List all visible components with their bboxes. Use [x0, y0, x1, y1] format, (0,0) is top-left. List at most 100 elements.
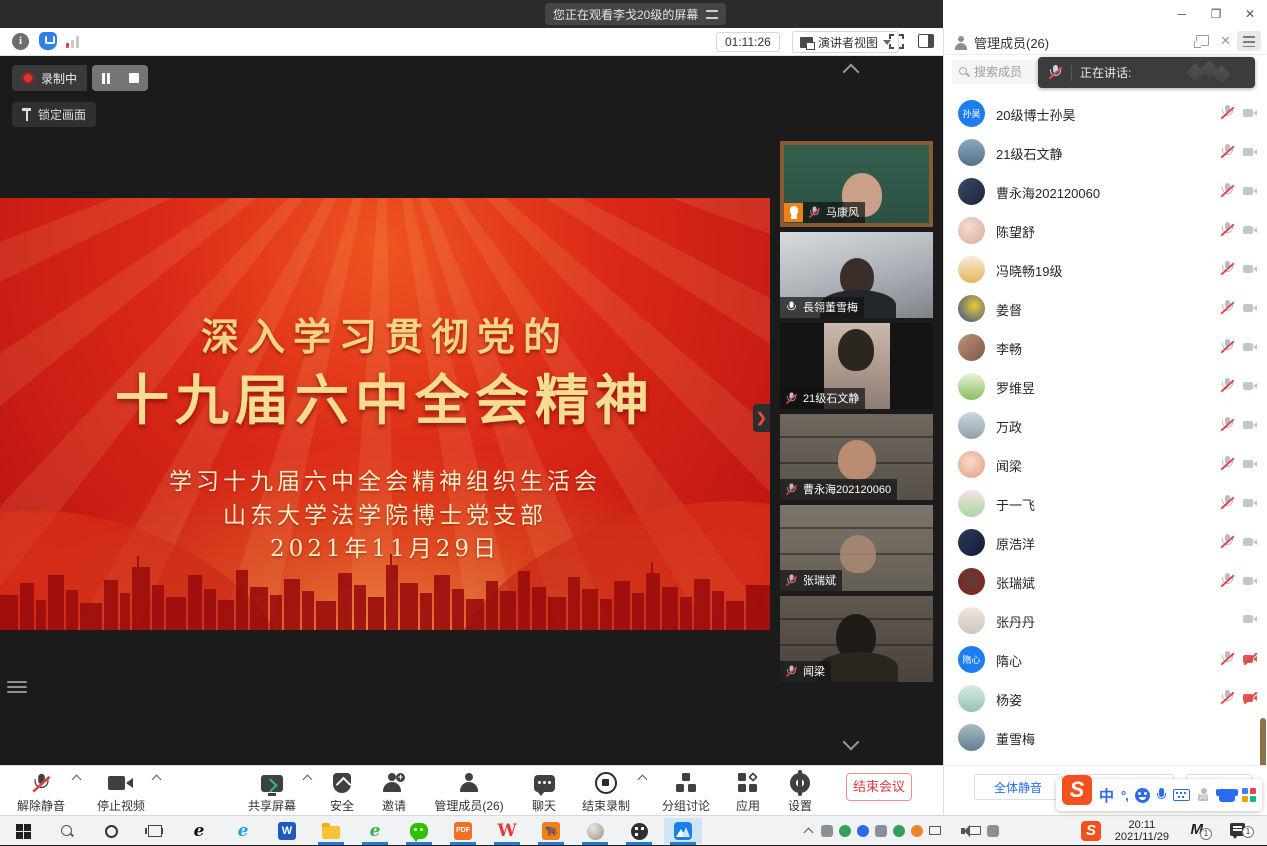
emoji-picker-icon[interactable]	[1135, 788, 1150, 803]
stop-video-button[interactable]: 停止视频	[88, 771, 154, 814]
security-button[interactable]: 安全	[320, 771, 364, 814]
member-row[interactable]: 姜督	[944, 289, 1267, 328]
antivirus-tray-icon[interactable]	[893, 825, 905, 837]
meeting-info-icon[interactable]: i	[12, 33, 29, 50]
close-button[interactable]: ✕	[1233, 0, 1267, 28]
member-row[interactable]: 于一飞	[944, 484, 1267, 523]
end-meeting-button[interactable]: 结束会议	[846, 773, 912, 801]
member-row[interactable]: 张丹丹	[944, 601, 1267, 640]
member-row[interactable]: 21级石文静	[944, 133, 1267, 172]
banner-menu-icon[interactable]	[706, 10, 718, 19]
member-row[interactable]: 原浩洋	[944, 523, 1267, 562]
scroll-down-chevron-icon[interactable]	[842, 738, 864, 750]
hidden-icons-chevron[interactable]	[803, 825, 815, 837]
taskbar-app-sphere[interactable]	[576, 818, 614, 844]
start-button[interactable]	[4, 818, 42, 844]
taskbar-internet-explorer[interactable]: e	[224, 818, 262, 844]
taskbar-wps[interactable]: W	[488, 818, 526, 844]
orange-tray-icon[interactable]	[911, 825, 923, 837]
annotation-tools-icon[interactable]	[7, 678, 27, 694]
taskbar-app-orange[interactable]: 🐂	[532, 818, 570, 844]
meeting-tray-icon[interactable]: M1	[1191, 821, 1204, 838]
taskbar-tencent-meeting[interactable]	[664, 818, 702, 844]
member-row[interactable]: 万政	[944, 406, 1267, 445]
toolbox-grid-icon[interactable]	[1242, 788, 1256, 802]
security-shield-icon[interactable]	[39, 32, 57, 50]
viewing-screen-banner[interactable]: 您正在观看李戈20级的屏幕	[545, 3, 726, 25]
bluetooth-tray-icon[interactable]	[857, 825, 869, 837]
close-panel-icon[interactable]: ✕	[1220, 33, 1231, 49]
panel-menu-icon[interactable]	[1237, 31, 1261, 51]
unmute-button[interactable]: 解除静音	[8, 771, 74, 814]
member-row[interactable]: 李畅	[944, 328, 1267, 367]
member-row[interactable]: 陈望舒	[944, 211, 1267, 250]
view-mode-dropdown[interactable]: 演讲者视图	[792, 31, 899, 53]
taskbar-app-dark[interactable]	[620, 818, 658, 844]
member-row[interactable]: 冯晓畅19级	[944, 250, 1267, 289]
member-row[interactable]: 董雪梅	[944, 718, 1267, 757]
taskbar-ie-dark[interactable]: e	[180, 818, 218, 844]
video-thumbnail[interactable]: 闻梁	[780, 596, 933, 682]
member-row[interactable]: 杨姿	[944, 679, 1267, 718]
settings-button[interactable]: 设置	[778, 771, 822, 814]
display-tray-icon[interactable]	[969, 826, 981, 835]
member-row[interactable]: 孙昊 20级博士孙昊	[944, 94, 1267, 133]
member-row[interactable]: 曹永海202120060	[944, 172, 1267, 211]
usb-tray-icon[interactable]	[875, 825, 887, 837]
apps-button[interactable]: 应用	[726, 771, 770, 814]
maximize-button[interactable]: ❐	[1199, 0, 1233, 28]
video-strip-collapse-button[interactable]: ❯	[753, 404, 770, 432]
popout-panel-icon[interactable]	[1196, 35, 1209, 46]
taskbar-clock[interactable]: 20:11 2021/11/29	[1115, 819, 1169, 843]
virtual-keyboard-icon[interactable]	[1173, 789, 1191, 801]
notifications-icon[interactable]: 1	[1230, 823, 1245, 836]
member-row[interactable]: 隋心 隋心	[944, 640, 1267, 679]
pause-recording-button[interactable]	[102, 73, 110, 84]
member-row[interactable]: 闻梁	[944, 445, 1267, 484]
member-search-box[interactable]	[952, 60, 1040, 84]
fullscreen-icon[interactable]	[889, 34, 904, 49]
video-options-chevron[interactable]	[152, 774, 160, 782]
stop-recording-button[interactable]: 结束录制	[574, 771, 638, 814]
share-options-chevron[interactable]	[303, 774, 311, 782]
taskbar-word[interactable]: W	[268, 818, 306, 844]
breakout-rooms-button[interactable]: 分组讨论	[654, 771, 718, 814]
network-signal-icon[interactable]	[66, 36, 82, 48]
video-thumbnail[interactable]: 21级石文静	[780, 323, 933, 409]
lock-screen-button[interactable]: 锁定画面	[12, 102, 96, 127]
voice-input-icon[interactable]	[1157, 788, 1166, 803]
video-thumbnail[interactable]: 長翎董雪梅	[780, 232, 933, 318]
taskbar-pdf-reader[interactable]: PDF	[444, 818, 482, 844]
side-panel-toggle-icon[interactable]	[918, 34, 934, 48]
chat-button[interactable]: 聊天	[522, 771, 566, 814]
video-thumbnail[interactable]: 曹永海202120060	[780, 414, 933, 500]
sogou-ime-toolbar[interactable]: S 中 °,	[1056, 779, 1262, 811]
video-thumbnail[interactable]: 马康风	[780, 141, 933, 227]
scroll-up-chevron-icon[interactable]	[842, 64, 864, 76]
punctuation-icon[interactable]: °,	[1121, 788, 1128, 803]
stop-recording-button[interactable]	[129, 73, 139, 83]
taskbar-file-explorer[interactable]	[312, 818, 350, 844]
sogou-logo-icon[interactable]: S	[1062, 775, 1092, 805]
task-view-button[interactable]	[136, 818, 174, 844]
pen-tray-icon[interactable]	[821, 825, 833, 837]
chinese-mode-icon[interactable]: 中	[1099, 785, 1114, 806]
network-tray-icon[interactable]	[929, 826, 941, 835]
audio-options-chevron[interactable]	[72, 774, 80, 782]
member-row[interactable]: 张瑞斌	[944, 562, 1267, 601]
search-input[interactable]	[974, 65, 1036, 79]
taskbar-browser-green[interactable]: e	[356, 818, 394, 844]
skin-person-icon[interactable]	[1197, 788, 1212, 802]
manage-members-button[interactable]: 管理成员(26)	[424, 771, 514, 814]
mute-all-button[interactable]: 全体静音	[974, 774, 1062, 800]
member-row[interactable]: 罗维昱	[944, 367, 1267, 406]
video-thumbnail[interactable]: 张瑞斌	[780, 505, 933, 591]
recording-options-chevron[interactable]	[638, 774, 646, 782]
cortana-button[interactable]	[92, 818, 130, 844]
taskbar-wechat[interactable]	[400, 818, 438, 844]
member-list[interactable]: 孙昊 20级博士孙昊 21级石文静 曹永海202120060 陈望舒 冯晓畅19…	[944, 94, 1267, 759]
invite-button[interactable]: + 邀请	[372, 771, 416, 814]
minimize-button[interactable]: ─	[1165, 0, 1199, 28]
share-screen-button[interactable]: 共享屏幕	[240, 771, 304, 814]
taskbar-search-button[interactable]	[48, 818, 86, 844]
